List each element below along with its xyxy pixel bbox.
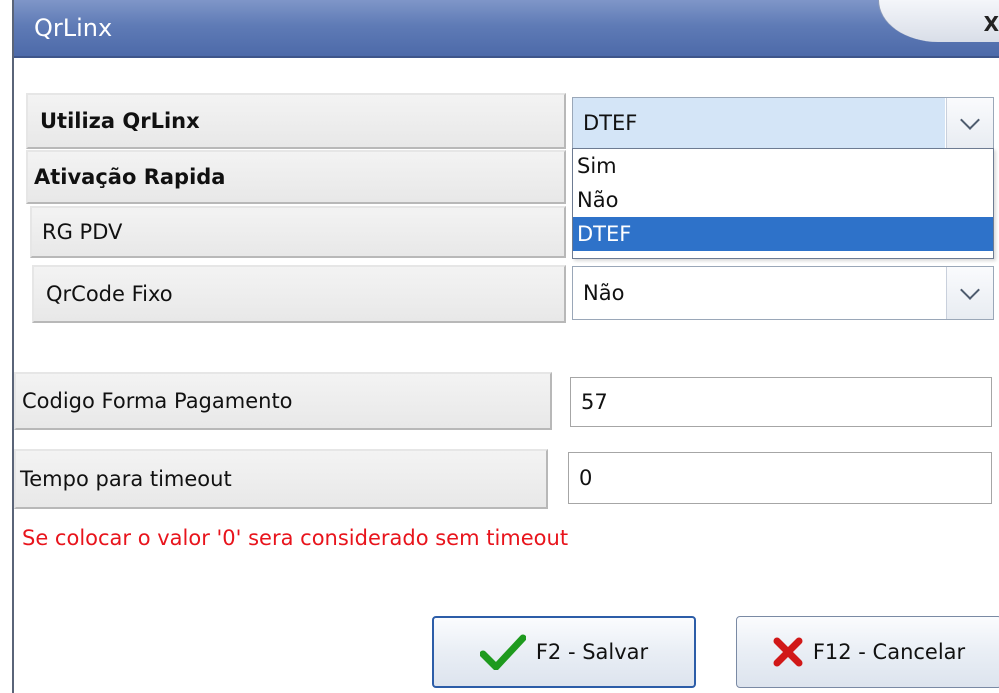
close-icon[interactable]: X bbox=[984, 12, 999, 36]
label-qrcode-fixo: QrCode Fixo bbox=[32, 265, 566, 323]
cancel-button[interactable]: F12 - Cancelar bbox=[736, 616, 999, 688]
chevron-down-icon bbox=[960, 280, 980, 300]
qrcode-fixo-dropdown-button[interactable] bbox=[946, 267, 993, 319]
save-button[interactable]: F2 - Salvar bbox=[432, 616, 696, 688]
option-sim[interactable]: Sim bbox=[573, 149, 993, 183]
utiliza-qrlinx-select[interactable]: DTEF bbox=[572, 97, 994, 149]
qrlinx-dialog: QrLinx X Utiliza QrLinx DTEF Sim Não DTE… bbox=[12, 0, 999, 693]
label-codigo-forma-pagamento-text: Codigo Forma Pagamento bbox=[22, 389, 293, 413]
save-button-label: F2 - Salvar bbox=[535, 640, 649, 664]
tempo-timeout-input[interactable]: 0 bbox=[568, 452, 992, 504]
label-rg-pdv: RG PDV bbox=[30, 206, 566, 258]
label-tempo-timeout: Tempo para timeout bbox=[14, 449, 548, 509]
label-qrcode-fixo-text: QrCode Fixo bbox=[46, 282, 173, 306]
checkmark-icon bbox=[479, 634, 526, 670]
codigo-forma-pagamento-input[interactable]: 57 bbox=[570, 377, 992, 427]
utiliza-qrlinx-value: DTEF bbox=[573, 98, 945, 148]
label-codigo-forma-pagamento: Codigo Forma Pagamento bbox=[14, 372, 552, 430]
x-icon bbox=[773, 637, 803, 667]
option-nao[interactable]: Não bbox=[573, 183, 993, 217]
label-ativacao-rapida-text: Ativação Rapida bbox=[34, 165, 226, 189]
qrcode-fixo-value: Não bbox=[583, 281, 625, 305]
option-dtef[interactable]: DTEF bbox=[573, 217, 993, 251]
title-bar: QrLinx X bbox=[14, 0, 999, 58]
chevron-down-icon bbox=[960, 110, 980, 130]
cancel-button-label: F12 - Cancelar bbox=[812, 640, 966, 664]
label-rg-pdv-text: RG PDV bbox=[42, 220, 123, 244]
utiliza-qrlinx-dropdown-button[interactable] bbox=[946, 98, 993, 148]
label-utiliza-qrlinx: Utiliza QrLinx bbox=[26, 93, 566, 149]
utiliza-qrlinx-options-list[interactable]: Sim Não DTEF bbox=[572, 148, 994, 259]
qrcode-fixo-select[interactable]: Não bbox=[572, 266, 994, 320]
label-tempo-timeout-text: Tempo para timeout bbox=[20, 467, 232, 491]
window-title: QrLinx bbox=[34, 14, 113, 42]
label-utiliza-qrlinx-text: Utiliza QrLinx bbox=[40, 109, 200, 133]
label-ativacao-rapida: Ativação Rapida bbox=[26, 150, 566, 204]
timeout-hint-text: Se colocar o valor '0' sera considerado … bbox=[22, 526, 569, 550]
title-bar-tab bbox=[878, 0, 999, 42]
